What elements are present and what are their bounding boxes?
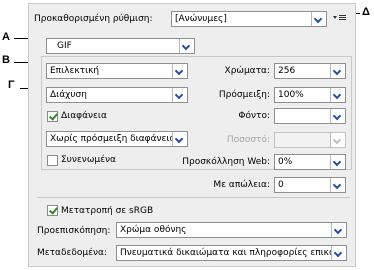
callout-d: Δ bbox=[362, 6, 370, 18]
preview-value: Χρώμα οθόνης bbox=[120, 225, 187, 235]
metadata-select[interactable]: Πνευματικά δικαιώματα και πληροφορίες επ… bbox=[116, 245, 347, 261]
srgb-label: Μετατροπή σε sRGB bbox=[61, 206, 154, 216]
chevron-down-icon bbox=[311, 12, 326, 26]
transparency-label: Διαφάνεια bbox=[61, 111, 107, 121]
reduction-value: Επιλεκτική bbox=[50, 66, 100, 76]
preset-label: Προκαθορισμένη ρύθμιση: bbox=[34, 14, 153, 24]
matte-label: Φόντο: bbox=[238, 111, 270, 121]
chevron-down-icon bbox=[172, 88, 187, 102]
transparency-dither-value: Χωρίς πρόσμειξη διαφάνειας bbox=[50, 134, 172, 144]
metadata-label: Μεταδεδομένα: bbox=[37, 248, 107, 258]
web-snap-value: 0% bbox=[278, 157, 293, 167]
section-divider bbox=[37, 197, 350, 198]
colors-select[interactable]: 256 bbox=[274, 63, 346, 79]
panel-menu-icon[interactable] bbox=[333, 12, 347, 24]
lossy-label: Με απώλεια: bbox=[213, 180, 270, 190]
chevron-down-icon bbox=[330, 133, 345, 147]
chevron-down-icon bbox=[331, 223, 346, 237]
amount-label: Ποσοστό: bbox=[226, 135, 270, 145]
format-value: GIF bbox=[57, 41, 72, 51]
preset-select[interactable]: [Ανώνυμες] bbox=[171, 11, 327, 27]
chevron-down-icon bbox=[179, 39, 194, 53]
preset-value: [Ανώνυμες] bbox=[175, 14, 227, 24]
chevron-down-icon bbox=[330, 64, 345, 78]
callout-g: Γ bbox=[8, 79, 15, 91]
interlaced-checkbox[interactable] bbox=[47, 155, 58, 166]
callout-b: Β bbox=[2, 54, 10, 66]
transparency-checkbox[interactable] bbox=[47, 111, 58, 122]
dither-algorithm-value: Διάχυση bbox=[50, 90, 87, 100]
chevron-down-icon bbox=[331, 246, 346, 260]
preview-select[interactable]: Χρώμα οθόνης bbox=[116, 222, 347, 238]
chevron-down-icon bbox=[330, 178, 345, 192]
dither-label: Πρόσμειξη: bbox=[218, 90, 270, 100]
metadata-value: Πνευματικά δικαιώματα και πληροφορίες επ… bbox=[120, 248, 331, 258]
chevron-down-icon bbox=[330, 155, 345, 169]
format-select[interactable]: GIF bbox=[46, 38, 195, 54]
lossy-select[interactable]: 0 bbox=[274, 177, 346, 193]
web-snap-label: Προσκόλληση Web: bbox=[182, 157, 270, 167]
amount-select bbox=[274, 132, 346, 148]
transparency-dither-select[interactable]: Χωρίς πρόσμειξη διαφάνειας bbox=[46, 131, 188, 147]
lossy-value: 0 bbox=[278, 180, 284, 190]
dither-value: 100% bbox=[278, 90, 304, 100]
chevron-down-icon bbox=[172, 64, 187, 78]
chevron-down-icon bbox=[172, 132, 187, 146]
preview-label: Προεπισκόπηση: bbox=[37, 226, 111, 236]
colors-label: Χρώματα: bbox=[224, 66, 270, 76]
callout-a: Α bbox=[2, 31, 10, 43]
interlaced-label: Συνενωμένα bbox=[61, 155, 116, 165]
reduction-select[interactable]: Επιλεκτική bbox=[46, 63, 188, 79]
dither-algorithm-select[interactable]: Διάχυση bbox=[46, 87, 188, 103]
colors-value: 256 bbox=[278, 66, 296, 76]
srgb-checkbox[interactable] bbox=[47, 205, 58, 216]
web-snap-select[interactable]: 0% bbox=[274, 154, 346, 170]
chevron-down-icon bbox=[330, 109, 345, 123]
matte-select[interactable] bbox=[274, 108, 346, 124]
dither-select[interactable]: 100% bbox=[274, 87, 346, 103]
chevron-down-icon bbox=[330, 88, 345, 102]
